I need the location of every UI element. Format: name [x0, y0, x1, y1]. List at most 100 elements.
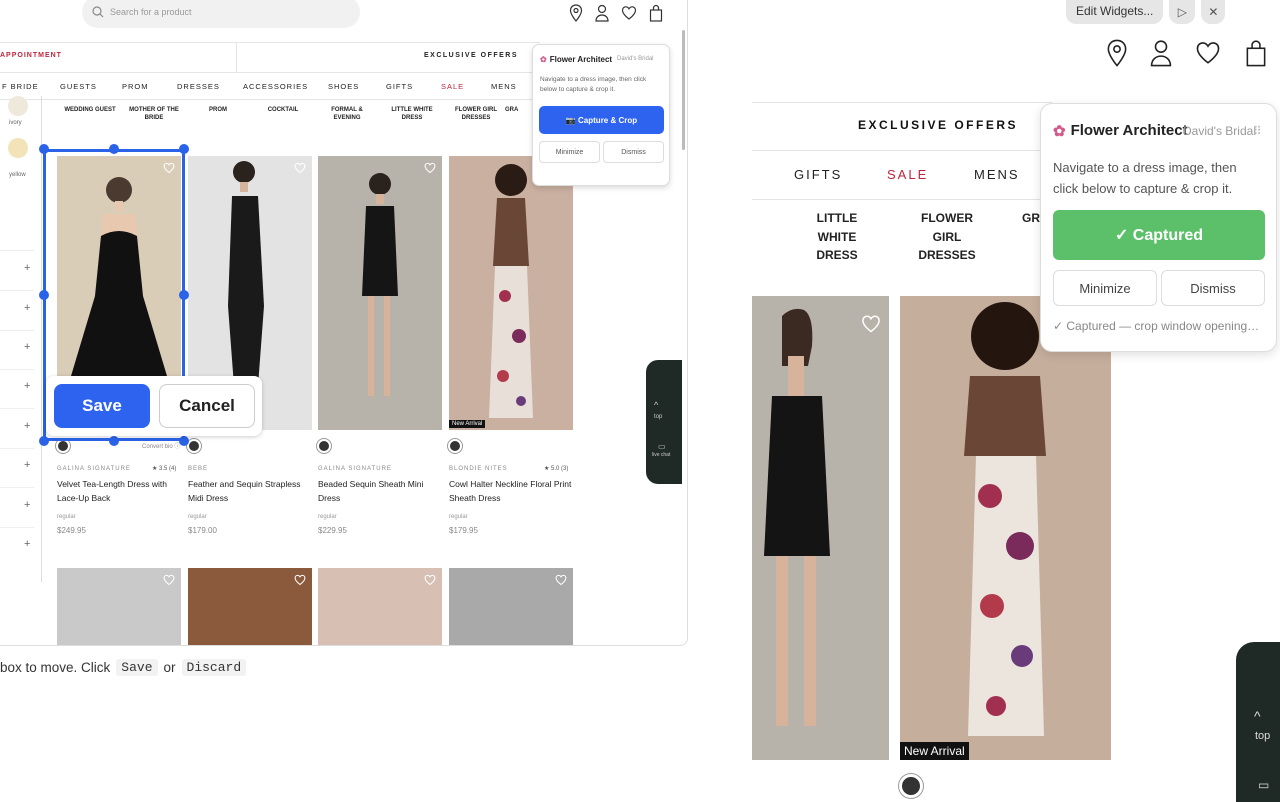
color-swatch-black[interactable] — [317, 439, 331, 453]
nav-item-gifts[interactable]: GIFTS — [386, 82, 413, 91]
product-name[interactable]: Feather and Sequin Strapless Midi Dress — [188, 478, 316, 505]
subcat-graduation[interactable]: GRA — [1022, 209, 1040, 228]
nav-item-gifts[interactable]: GIFTS — [794, 167, 842, 182]
crop-handle[interactable] — [179, 290, 189, 300]
color-swatch-black[interactable] — [187, 439, 201, 453]
nav-item-bride[interactable]: F BRIDE — [2, 82, 39, 91]
color-swatch-black[interactable] — [899, 774, 923, 798]
minimize-button[interactable]: Minimize — [539, 141, 600, 163]
product-image[interactable]: New Arrival — [900, 296, 1111, 760]
subcat-cocktail[interactable]: COCKTAIL — [253, 106, 313, 114]
close-icon[interactable]: ✕ — [1201, 0, 1226, 24]
subcat-flower-girl[interactable]: FLOWER GIRL DRESSES — [446, 106, 506, 123]
favorite-heart-icon[interactable] — [294, 574, 306, 586]
crop-handle[interactable] — [39, 144, 49, 154]
favorite-heart-icon[interactable] — [424, 574, 436, 586]
product-image[interactable] — [57, 568, 181, 645]
dismiss-button[interactable]: Dismiss — [603, 141, 664, 163]
swatch-yellow[interactable] — [8, 138, 28, 158]
drag-handle-icon[interactable]: ⠿ — [1253, 124, 1262, 138]
crop-handle[interactable] — [109, 436, 119, 446]
nav-item-sale[interactable]: SALE — [441, 82, 464, 91]
subcat-prom[interactable]: PROM — [188, 106, 248, 114]
product-name[interactable]: Beaded Sequin Sheath Mini Dress — [318, 478, 446, 505]
top-label[interactable]: top — [1255, 730, 1270, 742]
crop-handle[interactable] — [179, 144, 189, 154]
search-bar[interactable]: Search for a product — [82, 0, 360, 28]
capture-crop-button[interactable]: 📷 Capture & Crop — [539, 106, 664, 134]
favorite-heart-icon[interactable] — [163, 574, 175, 586]
wishlist-heart-icon[interactable] — [1195, 38, 1221, 73]
filter-expand-icon[interactable]: + — [24, 499, 30, 511]
chevron-up-icon[interactable]: ^ — [654, 400, 658, 410]
swatch-ivory[interactable] — [8, 96, 28, 116]
nav-item-shoes[interactable]: SHOES — [328, 82, 359, 91]
subcat-formal-evening[interactable]: FORMAL & EVENING — [317, 106, 377, 123]
appointment-link[interactable]: APPOINTMENT — [0, 52, 62, 59]
nav-item-mens[interactable]: MENS — [491, 82, 517, 91]
nav-item-dresses[interactable]: DRESSES — [177, 82, 220, 91]
product-image[interactable]: New Arrival — [449, 156, 573, 430]
subcat-flower-girl[interactable]: FLOWER GIRL DRESSES — [910, 209, 984, 265]
captured-button[interactable]: ✓ Captured — [1053, 210, 1265, 260]
shopping-bag-icon[interactable] — [649, 4, 663, 22]
nav-item-mens[interactable]: MENS — [974, 167, 1020, 182]
cancel-button[interactable]: Cancel — [159, 384, 255, 428]
crop-handle[interactable] — [39, 290, 49, 300]
minimize-button[interactable]: Minimize — [1053, 270, 1157, 306]
account-icon[interactable] — [1150, 38, 1172, 73]
favorite-heart-icon[interactable] — [861, 314, 881, 334]
top-label[interactable]: top — [654, 414, 662, 420]
nav-item-guests[interactable]: GUESTS — [60, 82, 97, 91]
exclusive-offers-link[interactable]: EXCLUSIVE OFFERS — [858, 118, 1018, 132]
location-pin-icon[interactable] — [569, 4, 583, 22]
compare-label[interactable]: Convert bio ⓘ — [142, 441, 180, 450]
nav-item-sale[interactable]: SALE — [887, 167, 928, 182]
edit-widgets-button[interactable]: Edit Widgets... — [1066, 0, 1164, 24]
dismiss-button[interactable]: Dismiss — [1161, 270, 1265, 306]
filter-expand-icon[interactable]: + — [24, 420, 30, 432]
account-icon[interactable] — [595, 4, 609, 22]
color-swatch-black[interactable] — [56, 439, 70, 453]
crop-handle[interactable] — [109, 144, 119, 154]
product-image[interactable] — [188, 568, 312, 645]
shopping-bag-icon[interactable] — [1245, 38, 1267, 73]
subcat-little-white-dress[interactable]: LITTLE WHITE DRESS — [800, 209, 874, 265]
save-button[interactable]: Save — [54, 384, 150, 428]
crop-handle[interactable] — [39, 436, 49, 446]
chevron-up-icon[interactable]: ^ — [1254, 708, 1261, 724]
nav-item-accessories[interactable]: ACCESSORIES — [243, 82, 308, 91]
wishlist-heart-icon[interactable] — [621, 4, 637, 22]
filter-expand-icon[interactable]: + — [24, 302, 30, 314]
chat-bubble-icon[interactable]: ▭ — [1258, 778, 1269, 792]
product-image[interactable] — [449, 568, 573, 645]
chat-widget[interactable]: ^ top ▭ — [1236, 642, 1280, 802]
chat-widget[interactable]: ^ top ▭ live chat — [646, 360, 682, 484]
filter-expand-icon[interactable]: + — [24, 459, 30, 471]
product-image[interactable] — [318, 156, 442, 430]
nav-item-prom[interactable]: PROM — [122, 82, 149, 91]
filter-expand-icon[interactable]: + — [24, 538, 30, 550]
exclusive-offers-link[interactable]: EXCLUSIVE OFFERS — [424, 52, 518, 59]
crop-handle[interactable] — [179, 436, 189, 446]
favorite-heart-icon[interactable] — [555, 574, 567, 586]
live-chat-label[interactable]: live chat — [652, 452, 670, 458]
filter-expand-icon[interactable]: + — [24, 380, 30, 392]
product-name[interactable]: Velvet Tea-Length Dress with Lace-Up Bac… — [57, 478, 185, 505]
location-pin-icon[interactable] — [1106, 38, 1128, 73]
favorite-heart-icon[interactable] — [294, 162, 306, 174]
play-icon[interactable]: ▷ — [1169, 0, 1196, 24]
subcat-graduation[interactable]: GRA — [505, 106, 525, 114]
scrollbar-thumb[interactable] — [682, 30, 685, 150]
product-image[interactable] — [318, 568, 442, 645]
filter-expand-icon[interactable]: + — [24, 262, 30, 274]
color-swatch-black[interactable] — [448, 439, 462, 453]
subcat-wedding-guest[interactable]: WEDDING GUEST — [60, 106, 120, 114]
subcat-little-white-dress[interactable]: LITTLE WHITE DRESS — [382, 106, 442, 123]
favorite-heart-icon[interactable] — [424, 162, 436, 174]
product-image[interactable] — [752, 296, 889, 760]
product-name[interactable]: Cowl Halter Neckline Floral Print Sheath… — [449, 478, 577, 505]
subcat-mother-of-bride[interactable]: MOTHER OF THE BRIDE — [124, 106, 184, 123]
filter-expand-icon[interactable]: + — [24, 341, 30, 353]
chat-bubble-icon[interactable]: ▭ — [658, 442, 666, 451]
